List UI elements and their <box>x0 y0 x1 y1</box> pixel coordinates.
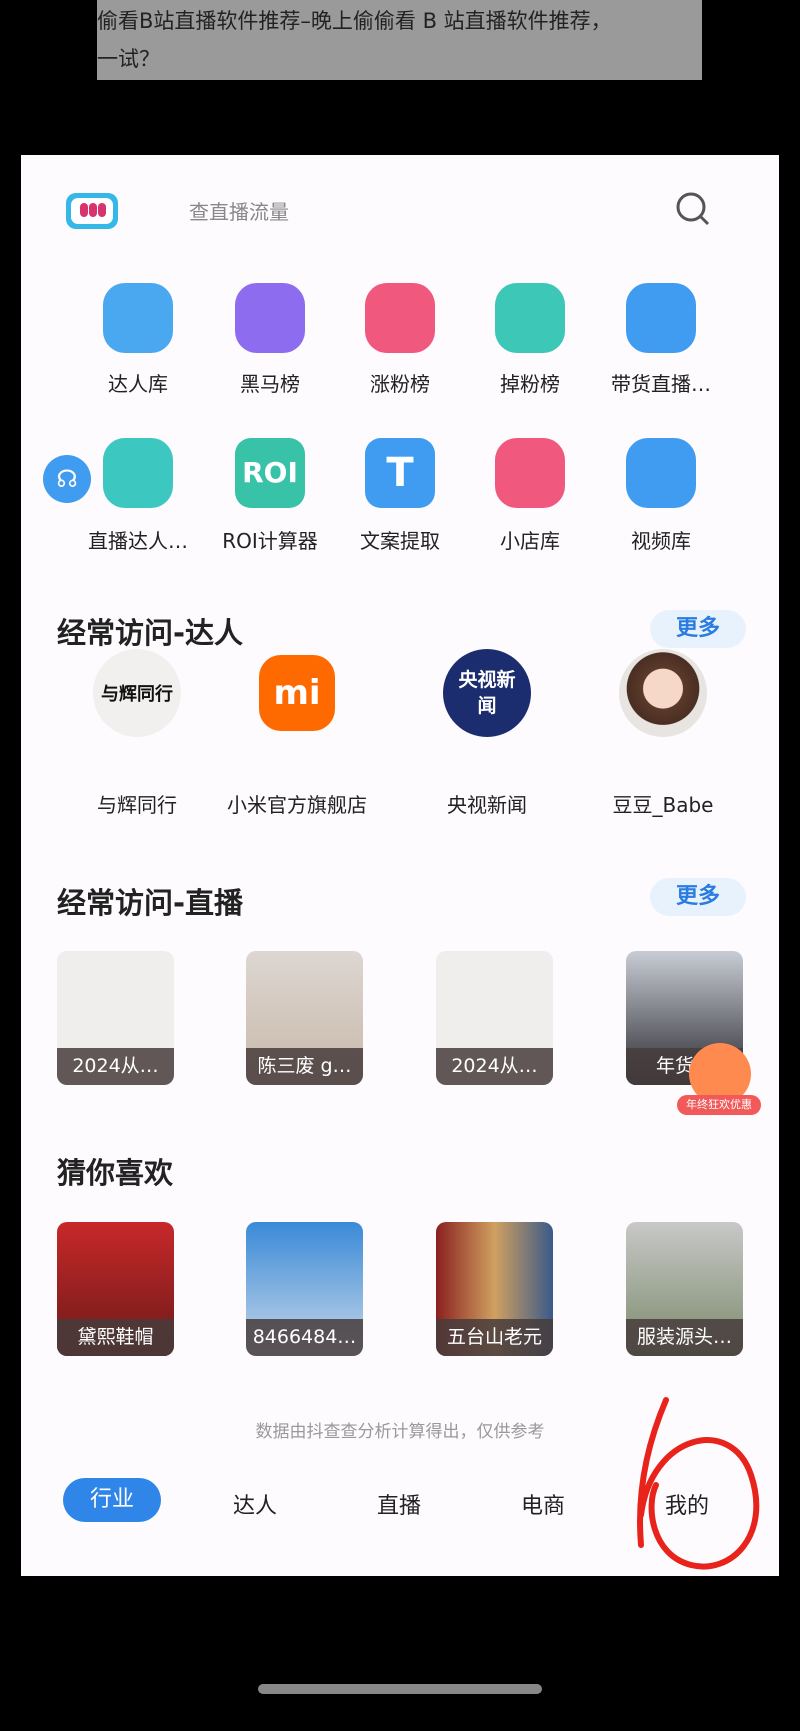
live-caption: 2024从… <box>436 1048 553 1085</box>
recommend-caption: 五台山老元 <box>436 1319 553 1356</box>
tool-icon <box>495 438 565 508</box>
creator-name: 豆豆_Babe <box>612 793 714 817</box>
tool-label: ROI计算器 <box>222 529 318 553</box>
tool-label: 小店库 <box>500 529 560 553</box>
tool-label: 带货直播… <box>611 372 711 396</box>
tool-label: 黑马榜 <box>240 372 300 396</box>
tool-label: 掉粉榜 <box>500 372 560 396</box>
tool-label: 直播达人… <box>88 529 188 553</box>
nav-tab-ecommerce[interactable]: 电商 <box>493 1488 593 1520</box>
avatar <box>619 649 707 737</box>
avatar: 与辉同行 <box>93 649 181 737</box>
recommend-card[interactable]: 五台山老元 <box>436 1222 553 1356</box>
recommend-caption: 8466484… <box>246 1319 363 1356</box>
tool-icon <box>103 438 173 508</box>
tool-label: 文案提取 <box>360 529 440 553</box>
app-logo-icon <box>66 193 118 229</box>
live-caption: 陈三废 g… <box>246 1048 363 1085</box>
creator-name: 与辉同行 <box>97 793 177 817</box>
creator-name: 央视新闻 <box>447 793 527 817</box>
search-icon[interactable] <box>675 191 711 227</box>
avatar: mi <box>259 655 335 731</box>
tool-icon <box>235 283 305 353</box>
live-card[interactable]: 2024从… <box>57 951 174 1085</box>
app-screen: 查直播流量 达人库 黑马榜 涨粉榜 掉粉榜 带货直播… 直播达人… ROI ROI计算器 T 文案… <box>21 155 779 1576</box>
recommend-card[interactable]: 服装源头… <box>626 1222 743 1356</box>
creator-name: 小米官方旗舰店 <box>227 793 367 817</box>
tool-icon: ROI <box>235 438 305 508</box>
avatar: 央视新闻 <box>443 649 531 737</box>
promo-badge[interactable]: 年终狂欢优惠 <box>677 1095 761 1115</box>
banner-line-2: 一试？ <box>97 47 160 71</box>
home-indicator[interactable] <box>258 1684 542 1694</box>
tool-icon: T <box>365 438 435 508</box>
recommend-card[interactable]: 黛熙鞋帽 <box>57 1222 174 1356</box>
tool-icon <box>495 283 565 353</box>
recommend-caption: 黛熙鞋帽 <box>57 1319 174 1356</box>
tool-icon <box>626 283 696 353</box>
tool-label: 涨粉榜 <box>370 372 430 396</box>
nav-tab-live[interactable]: 直播 <box>349 1488 449 1520</box>
section-title-frequent-creators: 经常访问-达人 <box>57 616 244 650</box>
more-creators-button[interactable]: 更多 <box>650 610 746 648</box>
tool-label: 视频库 <box>631 529 691 553</box>
red-circle-annotation <box>637 1397 760 1570</box>
banner-line-1: 偷看B站直播软件推荐–晚上偷偷看 B 站直播软件推荐， <box>97 9 612 33</box>
customer-service-icon[interactable]: ☊ <box>43 455 91 503</box>
recommend-caption: 服装源头… <box>626 1319 743 1356</box>
tool-icon <box>103 283 173 353</box>
live-caption: 2024从… <box>57 1048 174 1085</box>
search-input[interactable]: 查直播流量 <box>189 196 289 225</box>
tool-label: 达人库 <box>108 372 168 396</box>
section-title-frequent-live: 经常访问-直播 <box>57 886 244 920</box>
section-title-guess-you-like: 猜你喜欢 <box>57 1156 174 1190</box>
live-card[interactable]: 2024从… <box>436 951 553 1085</box>
more-live-button[interactable]: 更多 <box>650 878 746 916</box>
tool-icon <box>365 283 435 353</box>
nav-tab-creators[interactable]: 达人 <box>205 1488 305 1520</box>
live-card[interactable]: 陈三废 g… <box>246 951 363 1085</box>
tool-icon <box>626 438 696 508</box>
recommend-card[interactable]: 8466484… <box>246 1222 363 1356</box>
article-title-banner: 偷看B站直播软件推荐–晚上偷偷看 B 站直播软件推荐， 一试？ <box>97 0 702 80</box>
nav-tab-industry[interactable]: 行业 <box>63 1478 161 1522</box>
